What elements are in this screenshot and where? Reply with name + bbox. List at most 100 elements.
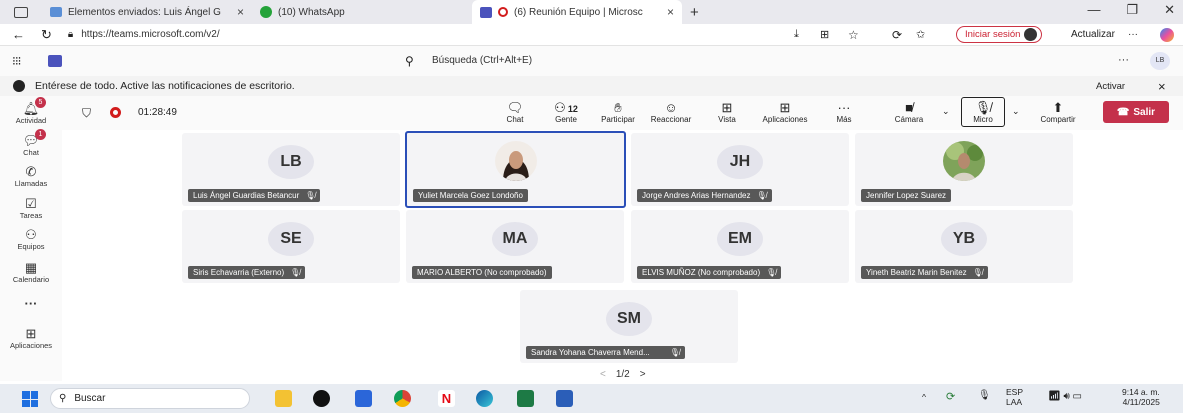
- language-code: ESP: [1006, 387, 1024, 397]
- browser-menu-icon[interactable]: ···: [1128, 29, 1138, 40]
- chat-badge: 1: [35, 129, 46, 140]
- tab-teams[interactable]: (6) Reunión Equipo | Microsc ×: [472, 0, 682, 24]
- close-icon[interactable]: ×: [1158, 79, 1166, 94]
- rail-item-calendario[interactable]: ▦ Calendario: [0, 260, 62, 284]
- chrome-icon[interactable]: [394, 390, 411, 407]
- signin-button[interactable]: Iniciar sesión: [956, 26, 1043, 43]
- close-icon[interactable]: ×: [667, 5, 674, 19]
- toolbar-chat[interactable]: 🗨︎ Chat: [502, 100, 528, 124]
- toolbar-raise-hand[interactable]: ✋︎ Participar: [596, 100, 640, 124]
- prev-page-button[interactable]: <: [600, 369, 606, 380]
- signin-label: Iniciar sesión: [965, 29, 1021, 40]
- wifi-volume-battery-icons[interactable]: 📶︎ 🔊︎ ▭: [1048, 391, 1082, 402]
- sidebar-toggle-icon[interactable]: [14, 6, 28, 18]
- favorites-bar-icon[interactable]: ✩: [916, 28, 925, 41]
- rail-item-actividad[interactable]: 🔔︎ 5 Actividad: [0, 97, 62, 125]
- recording-icon: [110, 107, 121, 118]
- url-field[interactable]: https://teams.microsoft.com/v2/: [81, 29, 219, 40]
- next-page-button[interactable]: >: [640, 369, 646, 380]
- participant-tile-speaking[interactable]: Yuliet Marcela Goez Londoño: [405, 131, 626, 208]
- toolbar-react[interactable]: ☺ Reaccionar: [647, 100, 695, 124]
- sync-icon[interactable]: ⟳: [946, 390, 955, 403]
- more-icon: ···: [24, 296, 38, 311]
- notification-text: Entérese de todo. Active las notificacio…: [35, 80, 295, 92]
- taskbar-search[interactable]: ⚲ Buscar: [50, 388, 250, 409]
- favorite-icon[interactable]: ☆: [848, 28, 859, 42]
- minimize-icon[interactable]: —: [1087, 2, 1100, 18]
- store-icon[interactable]: [355, 390, 372, 407]
- toolbar-apps[interactable]: ⊞ Aplicaciones: [756, 100, 814, 124]
- participant-nameplate: Sandra Yohana Chaverra Mend... 🎙︎̸: [526, 346, 685, 359]
- tab-whatsapp[interactable]: (10) WhatsApp: [252, 1, 402, 23]
- meeting-toolbar: ⛉ 01:28:49 🗨︎ Chat ⚇ 12 Gente ✋︎ Particip…: [62, 96, 1183, 130]
- excel-icon[interactable]: [517, 390, 534, 407]
- word-icon[interactable]: [556, 390, 573, 407]
- toolbar-camera[interactable]: ■̸ Cámara: [892, 100, 926, 124]
- toolbar-view[interactable]: ⊞ Vista: [712, 100, 742, 124]
- taskbar-search-label: Buscar: [74, 393, 106, 404]
- tool-label: Compartir: [1040, 115, 1076, 124]
- read-view-icon[interactable]: ⊞: [820, 28, 829, 41]
- micro-options-icon[interactable]: ⌄: [1012, 106, 1020, 117]
- search-input[interactable]: Búsqueda (Ctrl+Alt+E): [432, 55, 532, 66]
- participant-tile[interactable]: YB Yineth Beatriz Marin Benitez 🎙︎̸: [855, 210, 1073, 283]
- clock[interactable]: 9:14 a. m. 4/11/2025: [1122, 387, 1160, 407]
- outlook-icon: [50, 7, 62, 17]
- back-icon[interactable]: ←: [12, 27, 25, 42]
- toolbar-more[interactable]: ··· Más: [832, 100, 856, 124]
- recording-icon: [498, 7, 508, 17]
- participant-tile[interactable]: EM ELVIS MUÑOZ (No comprobado) 🎙︎̸: [631, 210, 849, 283]
- participant-tile[interactable]: LB Luis Ángel Guardias Betancur 🎙︎̸: [182, 133, 400, 206]
- toolbar-people[interactable]: ⚇ 12 Gente: [546, 100, 586, 124]
- app-launcher-icon[interactable]: ⁝⁝⁝: [12, 54, 22, 68]
- extensions-icon[interactable]: ⟳: [892, 28, 902, 42]
- whatsapp-icon: [260, 6, 272, 18]
- participant-tile[interactable]: SM Sandra Yohana Chaverra Mend... 🎙︎̸: [520, 290, 738, 363]
- refresh-icon[interactable]: ↻: [41, 27, 52, 43]
- participant-nameplate: MARIO ALBERTO (No comprobado): [412, 266, 552, 279]
- leave-button[interactable]: ☎︎ Salir: [1103, 101, 1169, 123]
- mic-icon[interactable]: 🎙︎: [978, 390, 991, 401]
- download-icon[interactable]: ⤓: [794, 28, 799, 41]
- close-icon[interactable]: ×: [237, 5, 244, 19]
- camera-options-icon[interactable]: ⌄: [942, 106, 950, 117]
- new-tab-button[interactable]: +: [690, 4, 699, 21]
- participant-initials: JH: [717, 145, 763, 179]
- window-close-icon[interactable]: ✕: [1164, 2, 1175, 18]
- edge-icon[interactable]: [476, 390, 493, 407]
- rail-item-label: Equipos: [17, 242, 45, 251]
- rail-item-equipos[interactable]: ⚇ Equipos: [0, 227, 62, 251]
- rail-item-more[interactable]: ···: [0, 296, 62, 311]
- tool-label: Participar: [601, 115, 635, 124]
- participant-tile[interactable]: MA MARIO ALBERTO (No comprobado): [406, 210, 624, 283]
- participant-tile[interactable]: SE Siris Echavarria (Externo) 🎙︎̸: [182, 210, 400, 283]
- netflix-icon[interactable]: N: [438, 390, 455, 407]
- restore-icon[interactable]: ❐: [1126, 2, 1138, 18]
- participant-name: ELVIS MUÑOZ (No comprobado): [642, 268, 761, 277]
- tab-outlook[interactable]: Elementos enviados: Luis Ángel G ×: [42, 1, 252, 23]
- file-explorer-icon[interactable]: [275, 390, 292, 407]
- camera-off-icon: ■̸: [905, 100, 913, 115]
- update-button[interactable]: Actualizar: [1071, 29, 1115, 40]
- left-rail: 🔔︎ 5 Actividad 💬︎ 1 Chat ✆ Llamadas ☑ Tare…: [0, 96, 62, 381]
- participant-nameplate: Siris Echavarria (Externo) 🎙︎̸: [188, 266, 306, 279]
- participant-name: Siris Echavarria (Externo): [193, 268, 285, 277]
- keyboard-layout: LAA: [1006, 397, 1023, 407]
- tiktok-icon[interactable]: [313, 390, 330, 407]
- activate-button[interactable]: Activar: [1096, 81, 1125, 92]
- rail-item-chat[interactable]: 💬︎ 1 Chat: [0, 129, 62, 157]
- leave-label: Salir: [1133, 106, 1156, 118]
- participant-tile[interactable]: Jennifer Lopez Suarez: [855, 133, 1073, 206]
- rail-item-tareas[interactable]: ☑ Tareas: [0, 196, 62, 220]
- copilot-icon[interactable]: [1160, 27, 1174, 42]
- rail-item-llamadas[interactable]: ✆ Llamadas: [0, 164, 62, 188]
- language-indicator[interactable]: ESP LAA: [1006, 387, 1023, 407]
- start-button-icon[interactable]: [22, 391, 38, 407]
- header-more-icon[interactable]: ···: [1118, 54, 1129, 66]
- user-avatar[interactable]: LB: [1150, 52, 1170, 70]
- participant-tile[interactable]: JH Jorge Andres Arias Hernandez 🎙︎̸: [631, 133, 849, 206]
- mic-muted-icon: 🎙︎̸: [766, 268, 777, 277]
- toolbar-share[interactable]: ⬆ Compartir: [1040, 100, 1076, 124]
- rail-item-aplicaciones[interactable]: ⊞ Aplicaciones: [0, 326, 62, 350]
- tray-chevron-icon[interactable]: ^: [922, 392, 926, 402]
